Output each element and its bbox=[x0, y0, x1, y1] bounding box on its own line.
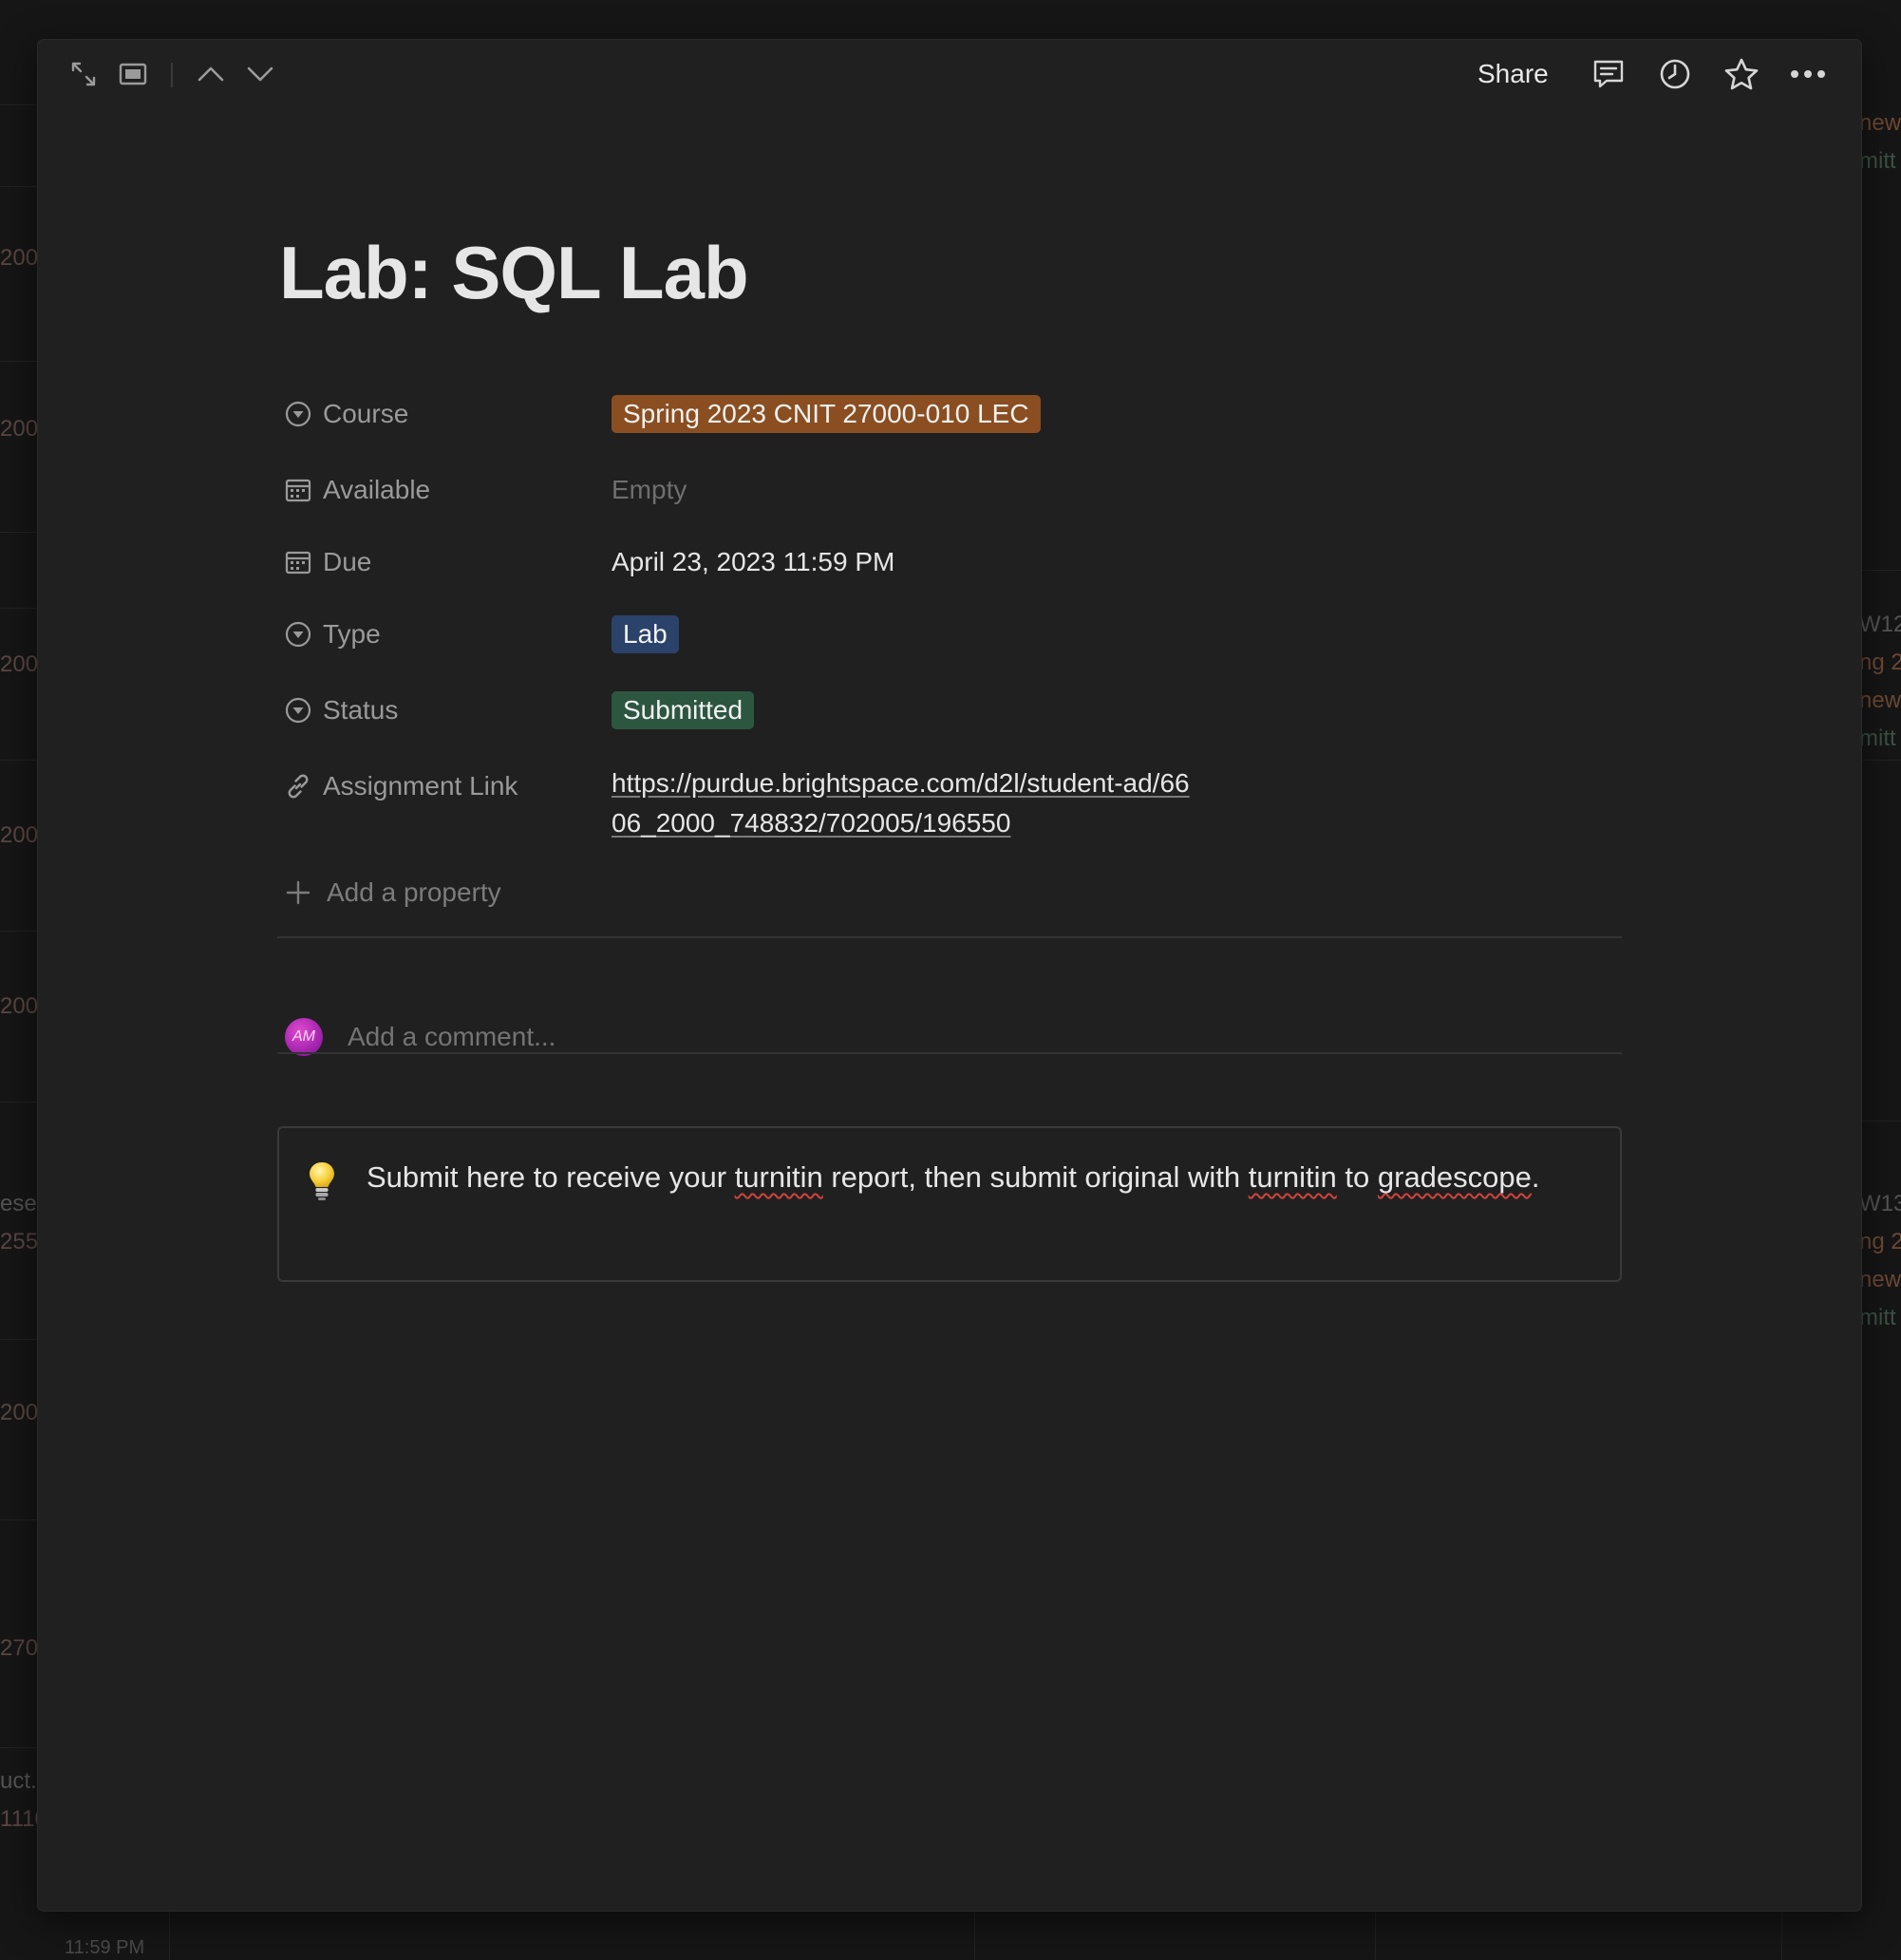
divider bbox=[277, 1052, 1622, 1054]
page-toolbar: Share bbox=[38, 40, 1861, 106]
callout-text-part: Submit here to receive your bbox=[367, 1160, 735, 1194]
calendar-icon bbox=[285, 479, 311, 502]
callout-text-part: report, then submit original with bbox=[822, 1160, 1249, 1194]
bg-cell: mitt bbox=[1859, 148, 1896, 174]
bg-time: 11:59 PM bbox=[65, 1937, 145, 1958]
bg-cell: ng 2 bbox=[1859, 1229, 1901, 1254]
property-label: Due bbox=[323, 547, 372, 576]
chevron-up-icon[interactable] bbox=[192, 55, 230, 93]
bg-cell: ng 2 bbox=[1859, 650, 1901, 675]
property-row-assignment-link: Assignment Link https://purdue.brightspa… bbox=[277, 762, 1622, 853]
property-label: Type bbox=[323, 619, 381, 649]
page-peek-modal: Share Lab: SQL Lab Course Spring 2023 CN… bbox=[38, 40, 1861, 1911]
bg-cell: 255 bbox=[0, 1229, 38, 1254]
due-date-value: April 23, 2023 11:59 PM bbox=[612, 547, 895, 576]
bg-cell: newe bbox=[1859, 110, 1901, 136]
callout-text-part: . bbox=[1531, 1160, 1540, 1194]
bg-cell: uct. bbox=[0, 1768, 37, 1794]
property-key[interactable]: Type bbox=[277, 610, 608, 659]
link-icon bbox=[288, 774, 309, 799]
spellcheck-word: gradescope bbox=[1377, 1160, 1532, 1194]
property-value: https://purdue.brightspace.com/d2l/stude… bbox=[612, 763, 1200, 843]
plus-icon bbox=[286, 880, 311, 905]
toolbar-divider bbox=[171, 63, 173, 87]
status-tag: Submitted bbox=[612, 691, 755, 729]
bg-cell: W13 bbox=[1859, 1191, 1901, 1216]
more-dots-icon[interactable] bbox=[1789, 55, 1827, 93]
property-label: Available bbox=[323, 475, 431, 504]
calendar-icon bbox=[285, 551, 311, 575]
callout-block[interactable]: Submit here to receive your turnitin rep… bbox=[277, 1126, 1622, 1282]
property-value[interactable]: Lab bbox=[612, 610, 679, 659]
property-label: Status bbox=[323, 695, 399, 725]
assignment-link[interactable]: https://purdue.brightspace.com/d2l/stude… bbox=[612, 763, 1200, 843]
add-property-label: Add a property bbox=[327, 877, 501, 907]
add-property-button[interactable]: Add a property bbox=[277, 872, 501, 914]
bg-cell: 200 bbox=[0, 993, 38, 1019]
property-label: Course bbox=[323, 399, 409, 428]
bg-cell: W12 bbox=[1859, 612, 1901, 637]
bg-cell: newe bbox=[1859, 688, 1901, 713]
property-row-available: Available Empty bbox=[277, 465, 1622, 515]
property-label: Assignment Link bbox=[323, 771, 518, 801]
property-key[interactable]: Status bbox=[277, 686, 608, 735]
spellcheck-word: turnitin bbox=[1248, 1160, 1337, 1194]
bg-cell: 1110 bbox=[0, 1806, 38, 1832]
star-icon[interactable] bbox=[1722, 55, 1760, 93]
bg-cell: 200 bbox=[0, 822, 38, 848]
type-tag: Lab bbox=[612, 615, 679, 653]
property-value[interactable]: Empty bbox=[612, 465, 687, 515]
property-row-course: Course Spring 2023 CNIT 27000-010 LEC bbox=[277, 389, 1622, 439]
property-value[interactable]: Submitted bbox=[612, 686, 755, 735]
property-key[interactable]: Course bbox=[277, 389, 608, 439]
bg-cell: newe bbox=[1859, 1267, 1901, 1292]
callout-text: Submit here to receive your turnitin rep… bbox=[367, 1155, 1544, 1200]
share-button[interactable]: Share bbox=[1478, 53, 1549, 95]
divider bbox=[277, 936, 1622, 938]
side-peek-icon[interactable] bbox=[114, 55, 152, 93]
bg-cell: ese.. bbox=[0, 1191, 38, 1216]
spellcheck-word: turnitin bbox=[734, 1160, 823, 1194]
bg-cell: 200 bbox=[0, 416, 38, 442]
empty-value: Empty bbox=[612, 475, 687, 504]
callout-text-part: to bbox=[1336, 1160, 1378, 1194]
bg-cell: mitt bbox=[1859, 1305, 1896, 1330]
course-tag: Spring 2023 CNIT 27000-010 LEC bbox=[612, 395, 1041, 433]
select-icon bbox=[285, 621, 311, 648]
property-row-due: Due April 23, 2023 11:59 PM bbox=[277, 537, 1622, 587]
bg-cell: 270 bbox=[0, 1635, 38, 1661]
property-row-type: Type Lab bbox=[277, 610, 1622, 659]
page-title[interactable]: Lab: SQL Lab bbox=[279, 230, 749, 316]
clock-icon[interactable] bbox=[1656, 55, 1694, 93]
bg-cell: 200 bbox=[0, 651, 38, 677]
comment-input[interactable] bbox=[346, 1021, 1109, 1053]
chevron-down-icon[interactable] bbox=[241, 55, 279, 93]
bg-cell: 200 bbox=[0, 1400, 38, 1425]
comment-composer: AM bbox=[277, 1010, 1622, 1064]
property-value[interactable]: April 23, 2023 11:59 PM bbox=[612, 537, 894, 587]
comment-icon[interactable] bbox=[1590, 55, 1628, 93]
expand-diagonal-icon[interactable] bbox=[65, 55, 103, 93]
property-key[interactable]: Due bbox=[277, 537, 608, 587]
bg-cell: mitt bbox=[1859, 726, 1896, 751]
select-icon bbox=[285, 697, 311, 724]
bg-cell: 200 bbox=[0, 245, 38, 271]
property-key[interactable]: Available bbox=[277, 465, 608, 515]
avatar: AM bbox=[285, 1018, 323, 1056]
property-row-status: Status Submitted bbox=[277, 686, 1622, 735]
property-value[interactable]: Spring 2023 CNIT 27000-010 LEC bbox=[612, 389, 1041, 439]
property-key[interactable]: Assignment Link bbox=[277, 762, 608, 811]
lightbulb-icon bbox=[308, 1160, 336, 1207]
select-icon bbox=[285, 401, 311, 427]
